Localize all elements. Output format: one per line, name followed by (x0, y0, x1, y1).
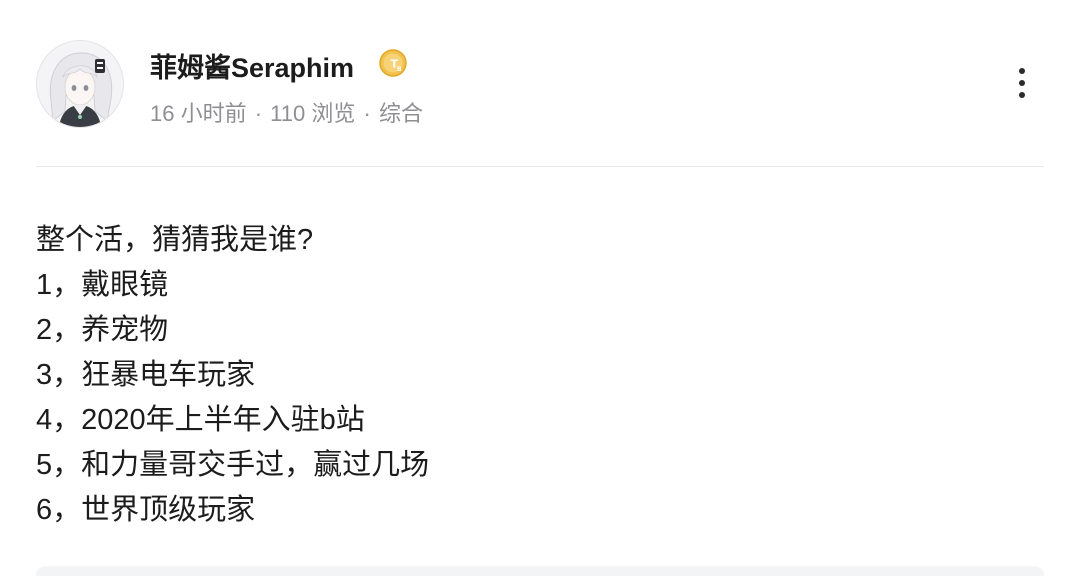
more-vertical-icon[interactable] (1010, 68, 1034, 102)
post-content: 整个活，猜猜我是谁? 1，戴眼镜 2，养宠物 3，狂暴电车玩家 4，2020年上… (36, 218, 1044, 533)
content-line: 4，2020年上半年入驻b站 (36, 404, 365, 436)
post-header: 菲姆酱Seraphim T B 16 小时前 · 110 浏览 · 综合 (36, 40, 1044, 128)
meta-separator: · (254, 101, 263, 126)
post-time: 16 小时前 (150, 101, 247, 126)
content-line: 1，戴眼镜 (36, 269, 169, 301)
post-card: 菲姆酱Seraphim T B 16 小时前 · 110 浏览 · 综合 整个活… (0, 0, 1080, 576)
post-category[interactable]: 综合 (379, 101, 423, 126)
author-name[interactable]: 菲姆酱Seraphim (150, 46, 354, 85)
content-line: 整个活，猜猜我是谁? (36, 224, 314, 256)
content-line: 5，和力量哥交手过，赢过几场 (36, 449, 430, 481)
content-line: 6，世界顶级玩家 (36, 494, 256, 526)
view-count: 110 浏览 (270, 101, 356, 126)
gold-coin-badge-icon: T B (378, 48, 408, 78)
svg-text:B: B (397, 66, 402, 73)
divider (36, 166, 1044, 167)
content-line: 3，狂暴电车玩家 (36, 359, 256, 391)
post-meta: 16 小时前 · 110 浏览 · 综合 (150, 96, 423, 128)
bottom-panel-edge (36, 566, 1044, 576)
author-avatar[interactable] (36, 40, 124, 128)
anime-avatar-icon (37, 41, 123, 127)
content-line: 2，养宠物 (36, 314, 169, 346)
meta-separator: · (363, 101, 371, 126)
